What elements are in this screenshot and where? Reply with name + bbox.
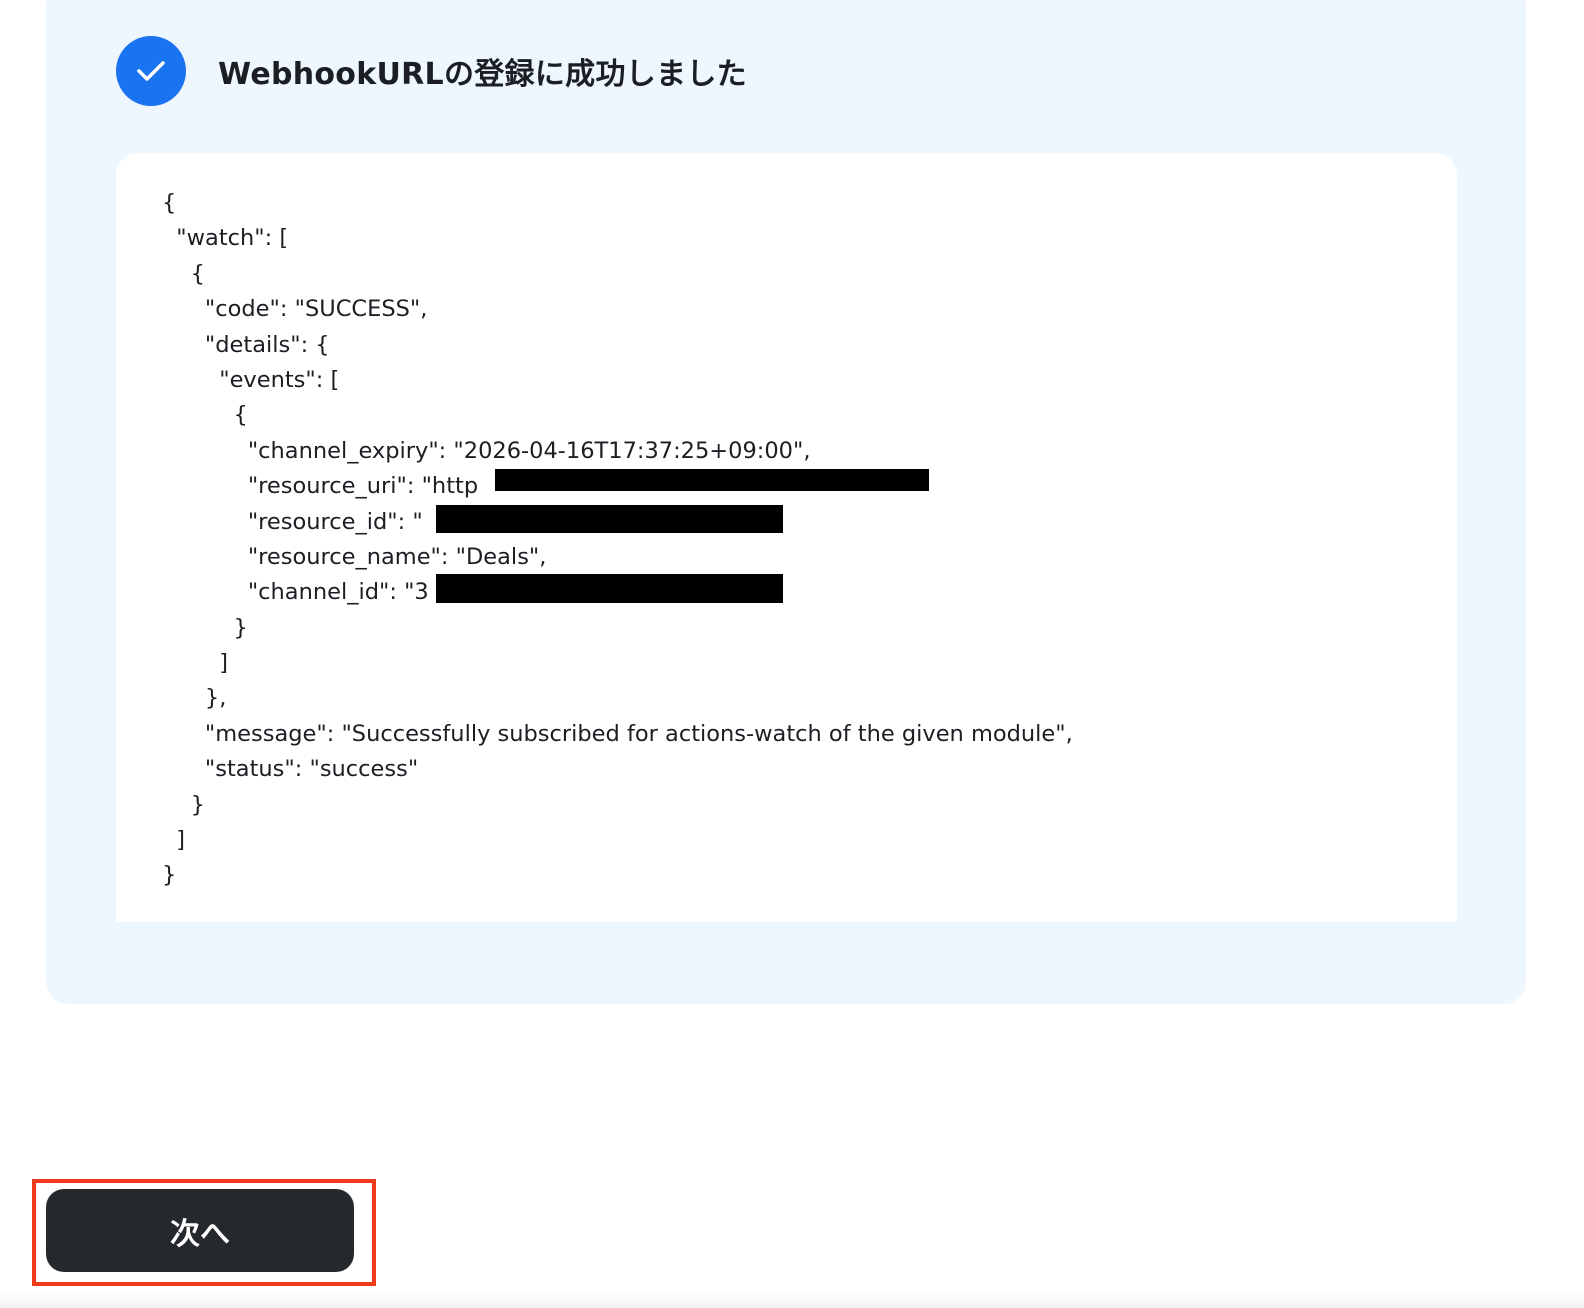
redaction-bar: [495, 469, 929, 491]
code-line: }: [162, 791, 205, 818]
status-header: WebhookURLの登録に成功しました: [116, 36, 747, 106]
code-line: "details": {: [162, 331, 330, 358]
code-line: "message": "Successfully subscribed for …: [162, 720, 1073, 747]
code-line: ]: [162, 650, 228, 677]
code-line: "events": [: [162, 366, 340, 393]
code-line: "resource_name": "Deals",: [162, 543, 547, 570]
next-button[interactable]: 次へ: [46, 1189, 354, 1272]
code-line: {: [162, 190, 177, 216]
check-icon: [137, 61, 165, 81]
code-line: }: [162, 862, 177, 889]
code-line: "status": "success": [162, 756, 419, 783]
code-line: }: [162, 614, 248, 641]
redaction-bar: [436, 505, 783, 533]
code-line: "watch": [: [162, 225, 289, 252]
code-line: {: [162, 402, 248, 429]
code-lines: { "watch": [ { "code": "SUCCESS", "detai…: [162, 186, 1073, 894]
success-badge: [116, 36, 186, 106]
code-line: },: [162, 685, 227, 712]
code-line: ]: [162, 827, 186, 854]
code-line: "channel_expiry": "2026-04-16T17:37:25+0…: [162, 437, 811, 464]
response-code-block: { "watch": [ { "code": "SUCCESS", "detai…: [116, 153, 1457, 922]
status-title: WebhookURLの登録に成功しました: [218, 57, 747, 92]
bottom-fade: [0, 1290, 1584, 1308]
code-line: "code": "SUCCESS",: [162, 296, 428, 323]
redaction-bar: [436, 574, 783, 603]
code-line: {: [162, 260, 205, 287]
